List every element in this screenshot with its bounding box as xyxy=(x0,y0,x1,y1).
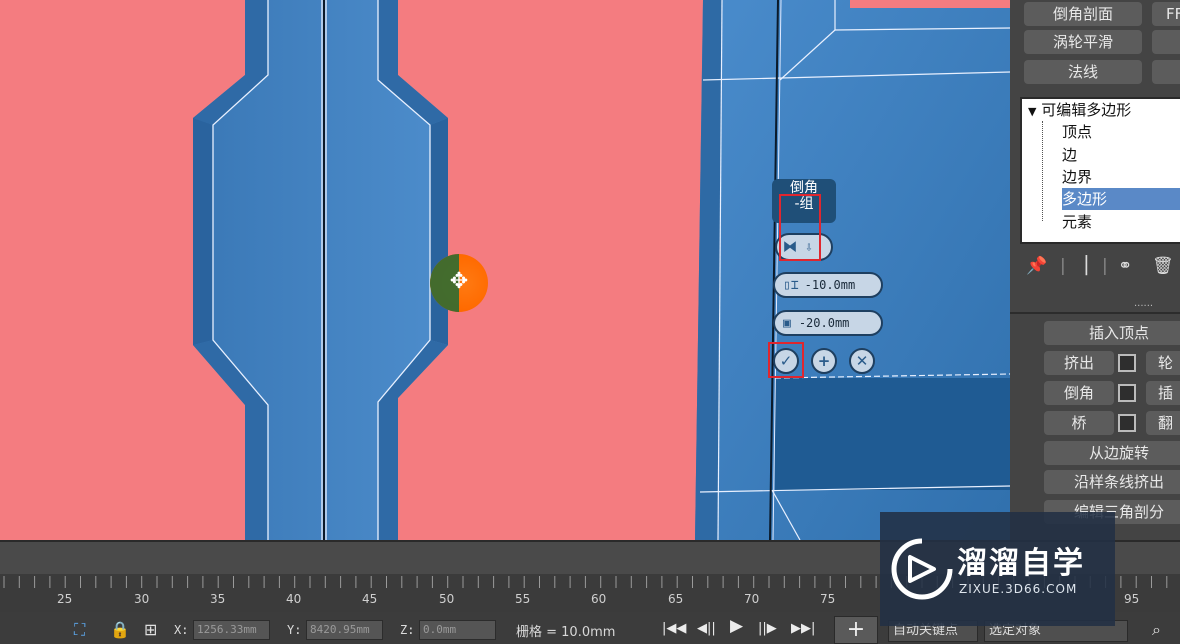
y-label: Y: xyxy=(287,623,302,637)
go-to-end-icon[interactable]: ▶▶| xyxy=(791,622,815,636)
app-root: ✥ 倒角 -组 ⧓ ⇩ ▯⌶ -10.0mm ▣ -20.0mm ✓ + ✕ 倒… xyxy=(0,0,1180,644)
height-icon: ▯⌶ xyxy=(783,277,799,293)
stack-item-border[interactable]: 边界 xyxy=(1062,166,1092,188)
stack-item-vertex[interactable]: 顶点 xyxy=(1062,121,1092,143)
ruler-label: 95 xyxy=(1124,592,1140,606)
ruler-label: 40 xyxy=(286,592,302,606)
key-plus-icon: + xyxy=(846,617,866,642)
perspective-viewport[interactable]: ✥ 倒角 -组 ⧓ ⇩ ▯⌶ -10.0mm ▣ -20.0mm ✓ + ✕ xyxy=(0,0,1010,540)
hinge-from-edge-button[interactable]: 从边旋转 xyxy=(1044,441,1180,465)
apply-button[interactable]: + xyxy=(811,348,837,374)
set-key-button[interactable]: + xyxy=(834,616,878,644)
search-icon[interactable]: ⌕ xyxy=(1152,621,1161,639)
modifier-stack[interactable]: ▼ 可编辑多边形 顶点 边 边界 多边形 元素 xyxy=(1020,97,1180,244)
stack-item-element[interactable]: 元素 xyxy=(1062,211,1092,233)
highlight-box-type xyxy=(779,194,821,261)
bevel-outline-value: -20.0mm xyxy=(798,316,850,330)
rollout-separator: ...... xyxy=(1134,298,1154,309)
previous-frame-icon[interactable]: ◀|| xyxy=(697,622,716,636)
y-coordinate-field[interactable]: 8420.95mm xyxy=(306,620,383,640)
command-panel: 倒角剖面 FF 涡轮平滑 法线 ▼ 可编辑多边形 顶点 边 边界 多边形 元素 … xyxy=(1010,0,1180,540)
viewport-scene xyxy=(193,0,1010,540)
z-coordinate-field[interactable]: 0.0mm xyxy=(419,620,496,640)
bevel-outline-field[interactable]: ▣ -20.0mm xyxy=(773,310,883,336)
grid-size-text: 栅格 = 10.0mm xyxy=(516,625,616,640)
ruler-label: 50 xyxy=(439,592,455,606)
show-end-result-icon[interactable]: ▕ xyxy=(1074,256,1087,276)
ruler-label: 75 xyxy=(820,592,836,606)
ruler-label: 55 xyxy=(515,592,531,606)
bridge-button[interactable]: 桥 xyxy=(1044,411,1114,435)
selection-lock-icon[interactable]: ⛶ xyxy=(74,621,85,639)
bevel-settings-button[interactable] xyxy=(1118,384,1136,402)
stack-item-edge[interactable]: 边 xyxy=(1062,144,1077,166)
ruler-label: 65 xyxy=(668,592,684,606)
lock-icon[interactable]: 🔒 xyxy=(110,621,130,639)
x-coordinate-field[interactable]: 1256.33mm xyxy=(193,620,270,640)
cancel-button[interactable]: ✕ xyxy=(849,348,875,374)
stack-root-label: 可编辑多边形 xyxy=(1041,101,1132,119)
trash-icon[interactable]: 🗑 xyxy=(1152,256,1174,276)
bevel-height-value: -10.0mm xyxy=(804,278,856,292)
expand-triangle-icon: ▼ xyxy=(1028,105,1037,118)
normal-button[interactable]: 法线 xyxy=(1024,60,1142,84)
inset-button[interactable]: 插 xyxy=(1146,381,1180,405)
move-gizmo[interactable]: ✥ xyxy=(430,254,488,312)
bevel-button[interactable]: 倒角 xyxy=(1044,381,1114,405)
right-block-mesh xyxy=(695,0,1010,540)
ruler-label: 30 xyxy=(134,592,150,606)
watermark: 溜溜自学 ZIXUE.3D66.COM xyxy=(880,512,1115,626)
watermark-brand: 溜溜自学 xyxy=(957,546,1085,581)
separator: | xyxy=(1060,256,1066,276)
stack-root[interactable]: ▼ 可编辑多边形 xyxy=(1028,99,1131,121)
pin-stack-icon[interactable]: 📌 xyxy=(1026,256,1047,276)
highlight-box-ok xyxy=(768,342,804,378)
make-unique-icon[interactable]: ⚭ xyxy=(1118,256,1132,276)
ruler-label: 45 xyxy=(362,592,378,606)
play-icon[interactable]: ▶ xyxy=(730,618,743,635)
bridge-settings-button[interactable] xyxy=(1118,414,1136,432)
insert-vertex-button[interactable]: 插入顶点 xyxy=(1044,321,1180,345)
transform-mode-icon[interactable]: ⊞ xyxy=(144,621,157,639)
modifier-slot-button-2[interactable] xyxy=(1152,60,1180,84)
ruler-label: 25 xyxy=(57,592,73,606)
z-label: Z: xyxy=(400,623,415,637)
ffd-button[interactable]: FF xyxy=(1152,2,1180,26)
close-icon: ✕ xyxy=(855,352,869,370)
extrude-button[interactable]: 挤出 xyxy=(1044,351,1114,375)
stack-item-polygon[interactable]: 多边形 xyxy=(1062,188,1180,210)
ruler-label: 70 xyxy=(744,592,760,606)
rollout-divider xyxy=(1010,312,1180,314)
separator: | xyxy=(1102,256,1108,276)
bevel-column-mesh xyxy=(193,0,448,540)
next-frame-icon[interactable]: ||▶ xyxy=(758,622,777,636)
extrude-along-spline-button[interactable]: 沿样条线挤出 xyxy=(1044,470,1180,494)
bevel-profile-button[interactable]: 倒角剖面 xyxy=(1024,2,1142,26)
move-cross-icon: ✥ xyxy=(449,269,469,294)
flip-button[interactable]: 翻 xyxy=(1146,411,1180,435)
go-to-start-icon[interactable]: |◀◀ xyxy=(662,622,686,636)
outline-icon: ▣ xyxy=(783,315,791,331)
x-label: X: xyxy=(174,623,189,637)
plus-icon: + xyxy=(817,352,831,370)
outline-button[interactable]: 轮 xyxy=(1146,351,1180,375)
extrude-settings-button[interactable] xyxy=(1118,354,1136,372)
play-logo-icon xyxy=(891,538,953,600)
modifier-slot-button[interactable] xyxy=(1152,30,1180,54)
watermark-url: ZIXUE.3D66.COM xyxy=(959,582,1078,596)
turbosmooth-button[interactable]: 涡轮平滑 xyxy=(1024,30,1142,54)
ruler-label: 35 xyxy=(210,592,226,606)
ruler-label: 60 xyxy=(591,592,607,606)
bevel-height-field[interactable]: ▯⌶ -10.0mm xyxy=(773,272,883,298)
tree-connector xyxy=(1042,121,1043,221)
